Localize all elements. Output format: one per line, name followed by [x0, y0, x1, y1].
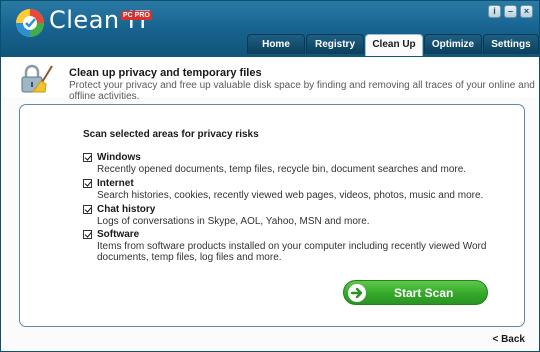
window-controls: i – ×	[488, 5, 533, 18]
start-scan-button[interactable]: Start Scan	[343, 280, 488, 305]
page-title: Clean up privacy and temporary files	[69, 67, 262, 79]
option-title: Internet	[97, 178, 134, 189]
option-description: Logs of conversations in Skype, AOL, Yah…	[97, 216, 370, 227]
clean-it-logo-icon	[16, 9, 44, 37]
close-button[interactable]: ×	[520, 5, 533, 18]
windows-checkbox[interactable]	[83, 153, 92, 162]
section-header: Clean up privacy and temporary files Pro…	[1, 57, 539, 102]
page-subtitle: Protect your privacy and free up valuabl…	[69, 80, 535, 102]
option-title: Windows	[97, 152, 141, 163]
scan-options-panel: Scan selected areas for privacy risks Wi…	[19, 104, 525, 327]
tab-registry[interactable]: Registry	[306, 34, 364, 54]
option-description: Search histories, cookies, recently view…	[97, 190, 484, 201]
minimize-button[interactable]: –	[504, 5, 517, 18]
title-bar: Clean IT PC PRO i – × Home Registry Clea…	[1, 1, 539, 57]
arrow-right-icon	[348, 284, 366, 302]
edition-badge: PC PRO	[121, 11, 152, 20]
tab-home[interactable]: Home	[247, 34, 305, 54]
tab-optimize[interactable]: Optimize	[424, 34, 482, 54]
option-title: Chat history	[97, 204, 156, 215]
panel-heading: Scan selected areas for privacy risks	[83, 129, 259, 140]
option-description: Recently opened documents, temp files, r…	[97, 164, 467, 175]
start-scan-label: Start Scan	[394, 286, 454, 300]
option-title: Software	[97, 229, 140, 240]
chat-history-checkbox[interactable]	[83, 205, 92, 214]
app-window: Clean IT PC PRO i – × Home Registry Clea…	[0, 0, 540, 352]
info-button[interactable]: i	[488, 5, 501, 18]
tab-clean-up[interactable]: Clean Up	[365, 34, 423, 56]
software-checkbox[interactable]	[83, 230, 92, 239]
back-button[interactable]: < Back	[492, 334, 525, 345]
main-tabs: Home Registry Clean Up Optimize Settings	[247, 34, 540, 56]
tab-settings[interactable]: Settings	[483, 34, 539, 54]
internet-checkbox[interactable]	[83, 179, 92, 188]
option-description: Items from software products installed o…	[97, 241, 487, 263]
padlock-broom-icon	[21, 64, 53, 93]
